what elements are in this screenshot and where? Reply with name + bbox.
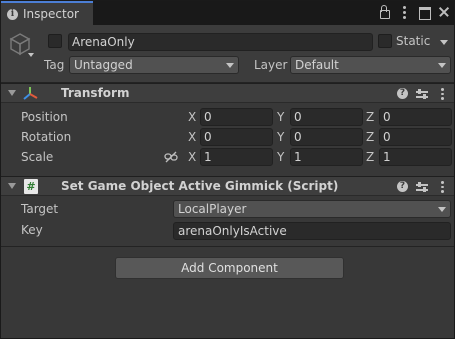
context-menu-icon[interactable] bbox=[440, 88, 444, 101]
axis-x-label: X bbox=[188, 130, 197, 144]
axis-y-label: Y bbox=[277, 150, 285, 164]
target-value: LocalPlayer bbox=[178, 202, 247, 216]
scale-x-field[interactable]: 1 bbox=[200, 148, 273, 166]
component-title: Set Game Object Active Gimmick (Script) bbox=[61, 179, 339, 193]
position-y-field[interactable]: 0 bbox=[290, 108, 363, 126]
divider bbox=[1, 246, 454, 247]
component-title: Transform bbox=[61, 86, 130, 100]
axis-y-label: Y bbox=[277, 130, 285, 144]
close-icon[interactable] bbox=[438, 5, 450, 19]
axis-y-label: Y bbox=[277, 110, 285, 124]
presets-icon[interactable] bbox=[416, 88, 428, 100]
axis-z-label: Z bbox=[366, 130, 375, 144]
help-icon[interactable]: ? bbox=[397, 181, 408, 192]
window-controls bbox=[378, 5, 450, 20]
position-label: Position bbox=[21, 110, 68, 124]
chevron-down-icon bbox=[438, 63, 446, 68]
transform-header[interactable]: Transform ? bbox=[1, 83, 454, 103]
context-menu-icon[interactable] bbox=[440, 181, 444, 194]
unlinked-scale-icon[interactable] bbox=[164, 151, 178, 163]
inspector-window: i Inspector ArenaOnly Static Tag Untagge… bbox=[0, 0, 455, 339]
kebab-icon[interactable] bbox=[398, 5, 410, 19]
key-label: Key bbox=[21, 223, 43, 237]
position-z-field[interactable]: 0 bbox=[379, 108, 452, 126]
position-x-field[interactable]: 0 bbox=[200, 108, 273, 126]
target-dropdown[interactable]: LocalPlayer bbox=[173, 200, 451, 218]
chevron-down-icon bbox=[438, 207, 446, 212]
tag-label: Tag bbox=[44, 58, 65, 72]
maximize-icon[interactable] bbox=[418, 5, 431, 20]
add-component-button[interactable]: Add Component bbox=[115, 257, 344, 279]
chevron-down-icon bbox=[226, 63, 234, 68]
scale-y-field[interactable]: 1 bbox=[290, 148, 363, 166]
layer-dropdown[interactable]: Default bbox=[290, 56, 451, 74]
script-icon: # bbox=[24, 179, 38, 194]
axis-z-label: Z bbox=[366, 150, 375, 164]
foldout-arrow-icon[interactable] bbox=[8, 90, 16, 96]
icon-dropdown-arrow[interactable] bbox=[28, 53, 34, 57]
axis-z-label: Z bbox=[366, 110, 375, 124]
rotation-label: Rotation bbox=[21, 130, 72, 144]
help-icon[interactable]: ? bbox=[397, 88, 408, 99]
layer-label: Layer bbox=[254, 58, 288, 72]
name-field[interactable]: ArenaOnly bbox=[68, 33, 373, 51]
info-icon: i bbox=[7, 8, 18, 20]
rotation-x-field[interactable]: 0 bbox=[200, 128, 273, 146]
tag-value: Untagged bbox=[74, 58, 133, 72]
tab-strip: i Inspector bbox=[1, 1, 454, 25]
gameobject-header: ArenaOnly Static Tag Untagged Layer Defa… bbox=[1, 25, 454, 83]
key-field[interactable]: arenaOnlyIsActive bbox=[173, 222, 451, 240]
static-dropdown-arrow[interactable] bbox=[440, 40, 448, 45]
rotation-y-field[interactable]: 0 bbox=[290, 128, 363, 146]
lock-icon[interactable] bbox=[378, 5, 390, 19]
rotation-z-field[interactable]: 0 bbox=[379, 128, 452, 146]
foldout-arrow-icon[interactable] bbox=[8, 183, 16, 189]
tab-inspector[interactable]: i Inspector bbox=[1, 1, 93, 25]
scale-label: Scale bbox=[21, 150, 54, 164]
layer-value: Default bbox=[295, 58, 339, 72]
axis-x-label: X bbox=[188, 110, 197, 124]
transform-axes-icon bbox=[23, 87, 38, 100]
target-label: Target bbox=[21, 202, 59, 216]
static-label: Static bbox=[396, 34, 431, 48]
tab-title: Inspector bbox=[23, 7, 79, 21]
static-checkbox[interactable] bbox=[378, 34, 392, 48]
script-component-header[interactable]: # Set Game Object Active Gimmick (Script… bbox=[1, 176, 454, 196]
tag-dropdown[interactable]: Untagged bbox=[69, 56, 239, 74]
presets-icon[interactable] bbox=[416, 181, 428, 193]
scale-z-field[interactable]: 1 bbox=[379, 148, 452, 166]
active-checkbox[interactable] bbox=[48, 34, 62, 48]
axis-x-label: X bbox=[188, 150, 197, 164]
